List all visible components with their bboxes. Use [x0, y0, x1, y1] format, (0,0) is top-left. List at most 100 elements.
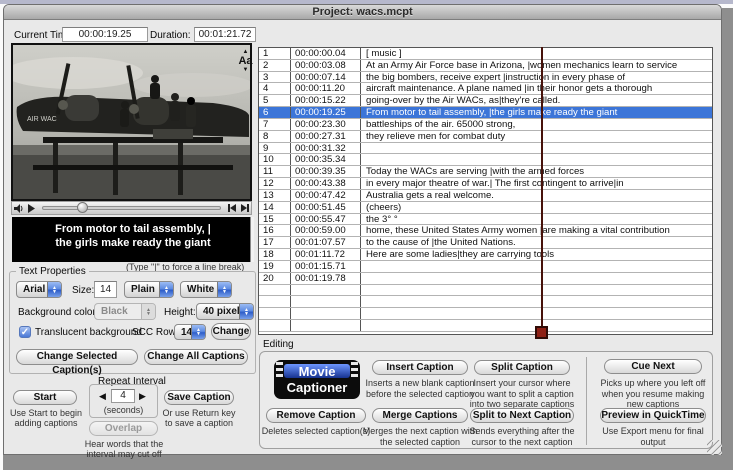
caption-timecode: 00:00:23.30	[291, 118, 361, 130]
caption-row[interactable]: 17 00:01:07.57 to the cause of |the United…	[259, 237, 712, 250]
caption-timecode: 00:00:11.20	[291, 83, 361, 94]
caption-row[interactable]: 16 00:00:59.00 home, these United States A…	[259, 225, 712, 238]
color-popup[interactable]: White ▲ ▼	[180, 281, 232, 298]
caption-row[interactable]: 10 00:00:35.34	[259, 154, 712, 167]
background-color-popup[interactable]: Black ▲ ▼	[94, 303, 156, 320]
caption-number: 19	[259, 260, 291, 272]
screenshot-stage: Project: wacs.mcpt Current Time: 00:00:1…	[0, 0, 733, 470]
caption-number: 4	[259, 83, 291, 94]
duration-label: Duration:	[150, 30, 191, 41]
interval-decrease-arrow[interactable]: ◀	[99, 391, 106, 402]
caption-row[interactable]: 14 00:00:51.45 (cheers)	[259, 201, 712, 214]
caption-timecode: 00:00:59.00	[291, 225, 361, 236]
style-popup[interactable]: Plain ▲ ▼	[124, 281, 174, 298]
caption-row[interactable]: 11 00:00:39.35 Today the WACs are serving …	[259, 166, 712, 179]
caption-row[interactable]: 8 00:00:27.31 they relieve men for combat …	[259, 130, 712, 143]
logo-line2: Captioner	[286, 380, 348, 395]
video-preview[interactable]: AIR WAC	[11, 43, 252, 201]
step-forward-button[interactable]	[238, 202, 251, 214]
popup-arrows-icon: ▲ ▼	[191, 325, 205, 339]
change-selected-button[interactable]: Change Selected Caption(s)	[16, 349, 138, 376]
check-icon: ✓	[20, 327, 30, 338]
resize-grip[interactable]	[707, 440, 722, 455]
cue-next-button[interactable]: Cue Next	[604, 359, 702, 374]
caption-row[interactable]	[259, 284, 712, 297]
caption-row[interactable]: 18 00:01:11.72 Here are some ladies|they a…	[259, 249, 712, 261]
caption-timecode: 00:01:19.78	[291, 272, 361, 284]
logo-line1: Movie	[298, 364, 336, 379]
caption-row[interactable]: 6 00:00:19.25 From motor to tail assembly,…	[259, 107, 712, 119]
caption-timecode	[291, 308, 361, 320]
caption-number: 5	[259, 95, 291, 106]
caption-text: aircraft maintenance. A plane named |in …	[366, 83, 653, 95]
caption-row[interactable]	[259, 320, 712, 332]
table-font-size-control[interactable]: ▲ Aa ▼	[236, 49, 255, 73]
caption-row[interactable]: 5 00:00:15.22 going-over by the Air WACs, …	[259, 95, 712, 108]
caption-row[interactable]: 1 00:00:00.04 [ music ]	[259, 48, 712, 60]
caption-text: [ music ]	[366, 48, 402, 59]
volume-button[interactable]	[12, 202, 25, 214]
play-button[interactable]	[25, 202, 38, 214]
height-popup[interactable]: 40 pixels ▲ ▼	[196, 303, 254, 320]
caption-text: going-over by the Air WACs, as|they're c…	[366, 95, 561, 107]
caption-timecode: 00:00:43.38	[291, 178, 361, 189]
window-titlebar[interactable]: Project: wacs.mcpt	[4, 5, 721, 20]
merge-captions-button[interactable]: Merge Captions	[372, 408, 468, 423]
merge-captions-desc: Merges the next caption with the selecte…	[362, 426, 478, 447]
caption-text: At an Army Air Force base in Arizona, |w…	[366, 59, 678, 71]
start-button[interactable]: Start	[13, 390, 77, 405]
caption-row[interactable]: 13 00:00:47.42 Australia gets a real welco…	[259, 189, 712, 202]
split-next-button[interactable]: Split to Next Caption	[470, 408, 574, 423]
font-decrease-icon[interactable]: ▼	[236, 67, 255, 73]
step-back-button[interactable]	[225, 202, 238, 214]
interval-increase-arrow[interactable]: ▶	[139, 391, 146, 402]
caption-table[interactable]: 1 00:00:00.04 [ music ] 2 00:00:03.08 At an A…	[258, 47, 713, 335]
caption-row[interactable]: 7 00:00:23.30 battleships of the air. 6500…	[259, 118, 712, 131]
scc-change-button[interactable]: Change	[211, 323, 251, 340]
insert-caption-button[interactable]: Insert Caption	[372, 360, 468, 375]
text-properties-legend: Text Properties	[16, 266, 89, 277]
color-value: White	[187, 284, 215, 295]
caption-preview-line1: From motor to tail assembly, |	[55, 223, 211, 235]
moviecaptioner-logo: Movie Captioner	[274, 360, 360, 399]
caption-timecode	[291, 296, 361, 308]
caption-row[interactable]: 19 00:01:15.71	[259, 260, 712, 273]
caption-row[interactable]: 15 00:00:55.47 the 3° °	[259, 213, 712, 226]
caption-row[interactable]	[259, 296, 712, 309]
popup-arrows-icon: ▲ ▼	[159, 282, 173, 297]
window-title: Project: wacs.mcpt	[312, 6, 413, 18]
remove-caption-button[interactable]: Remove Caption	[266, 408, 366, 423]
caption-row[interactable]: 12 00:00:43.38 in every major theatre of w…	[259, 178, 712, 190]
caption-row[interactable]	[259, 308, 712, 321]
timeline-thumb[interactable]	[76, 202, 88, 213]
caption-row[interactable]: 2 00:00:03.08 At an Army Air Force base in…	[259, 59, 712, 72]
change-all-button[interactable]: Change All Captions	[144, 349, 248, 365]
remove-caption-desc: Deletes selected caption(s)	[261, 426, 371, 436]
save-caption-button[interactable]: Save Caption	[164, 390, 234, 405]
split-caption-button[interactable]: Split Caption	[474, 360, 570, 375]
translucent-checkbox[interactable]: ✓	[19, 326, 31, 338]
style-value: Plain	[131, 284, 155, 295]
caption-text	[361, 296, 712, 307]
line-break-marker-handle[interactable]	[535, 326, 548, 339]
interval-unit-label: (seconds)	[103, 405, 144, 415]
caption-number: 18	[259, 249, 291, 260]
caption-preview-scrollbar[interactable]	[250, 217, 254, 262]
preview-quicktime-button[interactable]: Preview in QuickTime	[600, 408, 706, 423]
caption-text	[361, 285, 712, 296]
caption-text: Today the WACs are serving |with the arm…	[366, 166, 585, 178]
font-family-popup[interactable]: Arial ▲ ▼	[16, 281, 62, 298]
caption-row[interactable]: 3 00:00:07.14 the big bombers, receive exp…	[259, 71, 712, 84]
interval-field[interactable]: 4	[111, 389, 135, 403]
caption-row[interactable]: 9 00:00:31.32	[259, 142, 712, 155]
caption-row[interactable]: 20 00:01:19.78	[259, 272, 712, 285]
size-input[interactable]: 14	[94, 281, 117, 298]
scc-row-popup[interactable]: 14 ▲ ▼	[174, 324, 206, 340]
caption-timecode: 00:00:03.08	[291, 59, 361, 71]
caption-row[interactable]: 4 00:00:11.20 aircraft maintenance. A plan…	[259, 83, 712, 96]
caption-number	[259, 296, 291, 308]
caption-text	[361, 308, 712, 319]
timeline-slider[interactable]	[42, 202, 221, 213]
overlap-button[interactable]: Overlap	[89, 421, 158, 436]
caption-number: 12	[259, 178, 291, 189]
